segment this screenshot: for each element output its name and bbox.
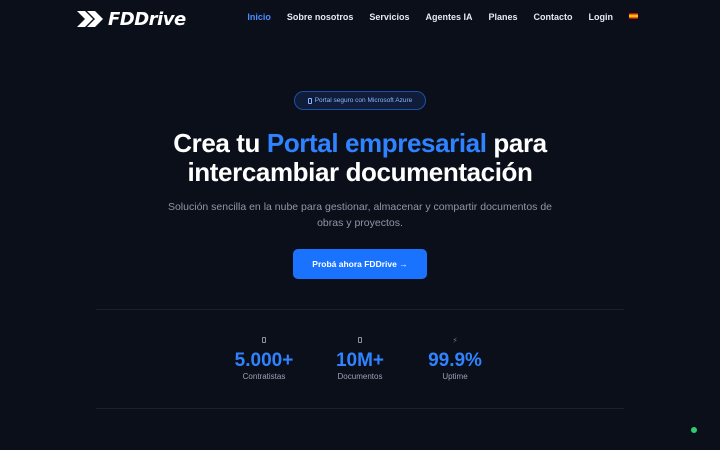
brand-name: FDDrive <box>108 8 186 30</box>
nav-sobre-nosotros[interactable]: Sobre nosotros <box>287 12 354 22</box>
nav-login[interactable]: Login <box>589 12 614 22</box>
main-nav: Inicio Sobre nosotros Servicios Agentes … <box>247 12 638 22</box>
lightning-icon: ⚡ <box>452 336 458 345</box>
fddrive-logo-icon <box>77 11 103 27</box>
security-badge: Portal seguro con Microsoft Azure <box>294 91 426 110</box>
hero-subtitle: Solución sencilla en la nube para gestio… <box>167 201 553 229</box>
headline-part2: para <box>486 128 547 158</box>
hero-headline: Crea tu Portal empresarial para intercam… <box>0 129 720 187</box>
stat-value: 99.9% <box>428 350 482 371</box>
online-status-indicator[interactable] <box>691 427 697 433</box>
nav-agentes-ia[interactable]: Agentes IA <box>425 12 472 22</box>
document-icon <box>305 336 415 346</box>
stat-value: 10M+ <box>335 350 385 371</box>
stat-contratistas: 5.000+ Contratistas <box>209 336 319 382</box>
nav-servicios[interactable]: Servicios <box>369 12 409 22</box>
headline-line2: intercambiar documentación <box>187 157 533 187</box>
stat-label: Uptime <box>442 372 468 381</box>
stat-label: Contratistas <box>242 372 286 381</box>
stat-uptime: ⚡ 99.9% Uptime <box>400 336 510 382</box>
building-icon <box>209 336 319 346</box>
section-divider <box>96 408 624 409</box>
badge-text: Portal seguro con Microsoft Azure <box>314 97 413 104</box>
site-header: FDDrive Inicio Sobre nosotros Servicios … <box>0 0 720 38</box>
nav-planes[interactable]: Planes <box>488 12 517 22</box>
lock-icon <box>307 97 312 104</box>
section-divider <box>96 309 624 310</box>
headline-accent: Portal empresarial <box>266 128 487 158</box>
stat-value: 5.000+ <box>234 350 294 371</box>
stat-documentos: 10M+ Documentos <box>305 336 415 382</box>
brand-logo[interactable]: FDDrive <box>76 8 186 30</box>
nav-contacto[interactable]: Contacto <box>534 12 573 22</box>
try-fddrive-button[interactable]: Probá ahora FDDrive → <box>293 249 427 279</box>
stat-label: Documentos <box>337 372 383 381</box>
nav-inicio[interactable]: Inicio <box>247 12 271 22</box>
headline-part1: Crea tu <box>173 128 267 158</box>
spain-flag-icon[interactable] <box>629 13 638 19</box>
